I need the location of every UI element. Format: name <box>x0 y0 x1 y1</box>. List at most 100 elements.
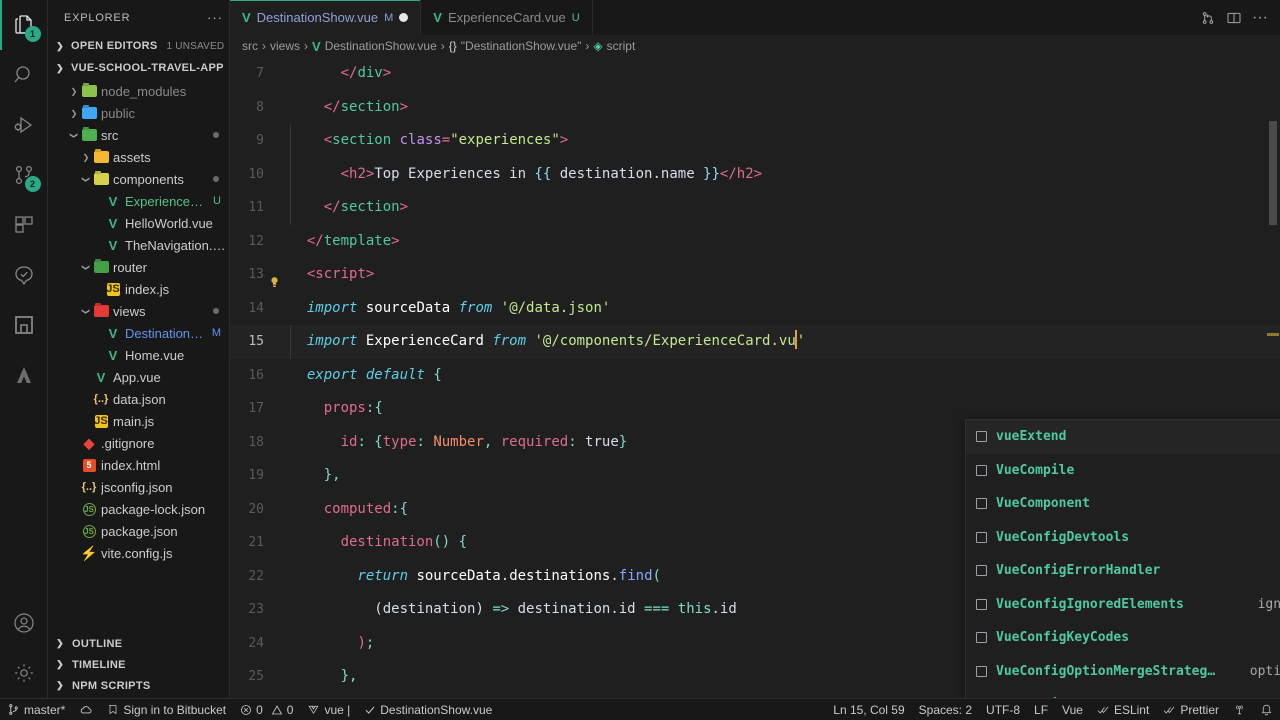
code-text: </template> <box>306 232 400 249</box>
code-text: </section> <box>323 199 409 215</box>
tree-item-index-html[interactable]: 5 index.html <box>48 454 229 476</box>
suggestion-widget[interactable]: vueExtendextendVueCompilecompileVueCompo… <box>965 419 1280 698</box>
split-editor-icon[interactable] <box>1226 10 1242 26</box>
tree-item-router[interactable]: ❯ router <box>48 256 229 278</box>
status-broadcast[interactable] <box>1226 699 1253 720</box>
status-language-mode[interactable]: Vue <box>1055 699 1090 720</box>
more-actions-icon[interactable]: ··· <box>1252 9 1268 27</box>
tree-item-package-lock-json[interactable]: JS package-lock.json <box>48 498 229 520</box>
suggestion-item-4[interactable]: VueConfigErrorHandler errorHandler <box>966 554 1280 588</box>
tree-item-jsconfig-json[interactable]: {..} jsconfig.json <box>48 476 229 498</box>
status-eol[interactable]: LF <box>1027 699 1055 720</box>
breadcrumb-item-3[interactable]: {} "DestinationShow.vue" <box>449 39 582 53</box>
status-eslint[interactable]: ESLint <box>1090 699 1156 720</box>
status-prettier[interactable]: Prettier <box>1156 699 1226 720</box>
tree-item-destination[interactable]: V Destination… M <box>48 322 229 344</box>
activitybar-item-run-and-debug[interactable] <box>0 100 48 150</box>
file-icon: {..} <box>93 393 109 405</box>
file-icon: V <box>96 369 106 385</box>
code-line-11[interactable]: 11 </section> <box>230 191 1280 225</box>
code-line-9[interactable]: 9 <section class="experiences"> <box>230 124 1280 158</box>
editor-tab-destinationshow-vue[interactable]: V DestinationShow.vue M <box>230 0 422 35</box>
status-encoding[interactable]: UTF-8 <box>979 699 1027 720</box>
sync-cloud-icon <box>79 703 93 717</box>
tree-item-vite-config-js[interactable]: ⚡ vite.config.js <box>48 542 229 564</box>
activitybar-item-search[interactable] <box>0 50 48 100</box>
tree-item-home-vue[interactable]: V Home.vue <box>48 344 229 366</box>
tree-item-helloworld-vue[interactable]: V HelloWorld.vue <box>48 212 229 234</box>
code-line-8[interactable]: 8 </section> <box>230 91 1280 125</box>
tree-item-index-js[interactable]: JS index.js <box>48 278 229 300</box>
breadcrumb[interactable]: src › views › V DestinationShow.vue ›{} "Destin… <box>230 35 1280 57</box>
tree-item-package-json[interactable]: JS package.json <box>48 520 229 542</box>
status-notifications[interactable] <box>1253 699 1280 720</box>
activitybar-item-testing[interactable] <box>0 250 48 300</box>
tree-item-assets[interactable]: ❯ assets <box>48 146 229 168</box>
status-bar: master* Sign in to Bitbucket 0 0 vue | D… <box>0 698 1280 720</box>
code-line-14[interactable]: 14 import sourceData from '@/data.json' <box>230 276 1280 326</box>
suggestion-item-6[interactable]: VueConfigKeyCodeskeyCodes <box>966 621 1280 655</box>
code-line-12[interactable]: 12 </template> <box>230 225 1280 259</box>
editor-tab-experiencecard-vue[interactable]: V ExperienceCard.vue U <box>421 0 593 35</box>
code-line-15[interactable]: 15 import ExperienceCard from '@/compone… <box>230 325 1280 359</box>
tree-item-components[interactable]: ❯ components <box>48 168 229 190</box>
suggestion-item-1[interactable]: VueCompilecompile <box>966 454 1280 488</box>
section-open-editors[interactable]: ❯ OPEN EDITORS 1 UNSAVED <box>48 35 229 57</box>
tree-item-main-js[interactable]: JS main.js <box>48 410 229 432</box>
breadcrumb-item-1[interactable]: views <box>270 39 300 53</box>
code-line-16[interactable]: 16 export default { <box>230 359 1280 393</box>
code-line-13[interactable]: 13 <script> <box>230 258 1280 292</box>
status-active-file[interactable]: DestinationShow.vue <box>357 699 499 720</box>
breadcrumb-item-2[interactable]: V DestinationShow.vue <box>312 39 437 53</box>
tree-item-public[interactable]: ❯ public <box>48 102 229 124</box>
activitybar-item-source-control[interactable]: 2 <box>0 150 48 200</box>
status-bitbucket[interactable]: Sign in to Bitbucket <box>100 699 233 720</box>
activitybar-item-npm-explorer[interactable] <box>0 300 48 350</box>
code-line-7[interactable]: 7 </div> <box>230 57 1280 91</box>
source-control-icon <box>7 703 20 716</box>
scrollbar-slider[interactable] <box>1269 121 1277 225</box>
breadcrumb-item-0[interactable]: src <box>242 39 258 53</box>
editor-tab-bar[interactable]: V DestinationShow.vue M V ExperienceCard.vue… <box>230 0 1280 35</box>
status-branch[interactable]: master* <box>0 699 72 720</box>
section-project-root[interactable]: ❯ VUE-SCHOOL-TRAVEL-APP <box>48 57 229 79</box>
tree-item-views[interactable]: ❯ views <box>48 300 229 322</box>
status-problems[interactable]: 0 0 <box>233 699 300 720</box>
suggestion-label: VueComponent <box>996 496 1090 512</box>
suggestion-item-5[interactable]: VueConfigIgnoredElements ignoredElements <box>966 588 1280 622</box>
tree-item-label: .gitignore <box>101 435 155 451</box>
activitybar-item-extensions[interactable] <box>0 200 48 250</box>
lightbulb-icon[interactable] <box>270 276 279 288</box>
code-line-10[interactable]: 10 <h2>Top Experiences in {{ destination… <box>230 157 1280 191</box>
suggestion-item-0[interactable]: vueExtendextend <box>966 420 1280 454</box>
suggestion-item-2[interactable]: VueComponentcomponent <box>966 487 1280 521</box>
suggestion-item-8[interactable]: VueConfigPerformance performance <box>966 688 1280 698</box>
suggestion-item-7[interactable]: VueConfigOptionMergeStrateg… optionMergeS… <box>966 655 1280 689</box>
tree-item-experience[interactable]: V Experience… U <box>48 190 229 212</box>
status-vue-language[interactable]: vue | <box>300 699 357 720</box>
split-in-group-icon[interactable] <box>1200 10 1216 26</box>
activitybar-item-vuetify[interactable] <box>0 350 48 400</box>
breadcrumb-item-4[interactable]: ◈ script <box>593 39 635 53</box>
tree-item-node-modules[interactable]: ❯ node_modules <box>48 80 229 102</box>
section-npm-scripts[interactable]: ❯ NPM SCRIPTS <box>48 675 229 696</box>
activitybar-item-settings[interactable] <box>0 648 48 698</box>
status-cursor-position[interactable]: Ln 15, Col 59 <box>826 699 911 720</box>
status-indentation[interactable]: Spaces: 2 <box>912 699 979 720</box>
tree-item-gitignore[interactable]: ◆ .gitignore <box>48 432 229 454</box>
tree-item-label: vite.config.js <box>101 545 173 561</box>
section-timeline[interactable]: ❯ TIMELINE <box>48 654 229 675</box>
activitybar-item-accounts[interactable] <box>0 598 48 648</box>
suggestion-item-3[interactable]: VueConfigDevtoolsdevtools <box>966 521 1280 555</box>
activitybar-item-explorer[interactable]: 1 <box>0 0 48 50</box>
tree-item-thenavigation-vue[interactable]: V TheNavigation.vue <box>48 234 229 256</box>
status-sync[interactable] <box>72 699 100 720</box>
tree-item-data-json[interactable]: {..} data.json <box>48 388 229 410</box>
section-outline[interactable]: ❯ OUTLINE <box>48 633 229 654</box>
code-editor[interactable]: 7 </div> 8 </section> 9 <section class="ex… <box>230 57 1280 698</box>
unsaved-dot-icon[interactable] <box>399 13 409 22</box>
file-tree[interactable]: ❯ node_modules ❯ public ❯ src ❯ assets ❯ componen… <box>48 79 230 633</box>
tree-item-src[interactable]: ❯ src <box>48 124 229 146</box>
sidebar-more-actions-icon[interactable]: ··· <box>207 10 223 25</box>
tree-item-app-vue[interactable]: V App.vue <box>48 366 229 388</box>
